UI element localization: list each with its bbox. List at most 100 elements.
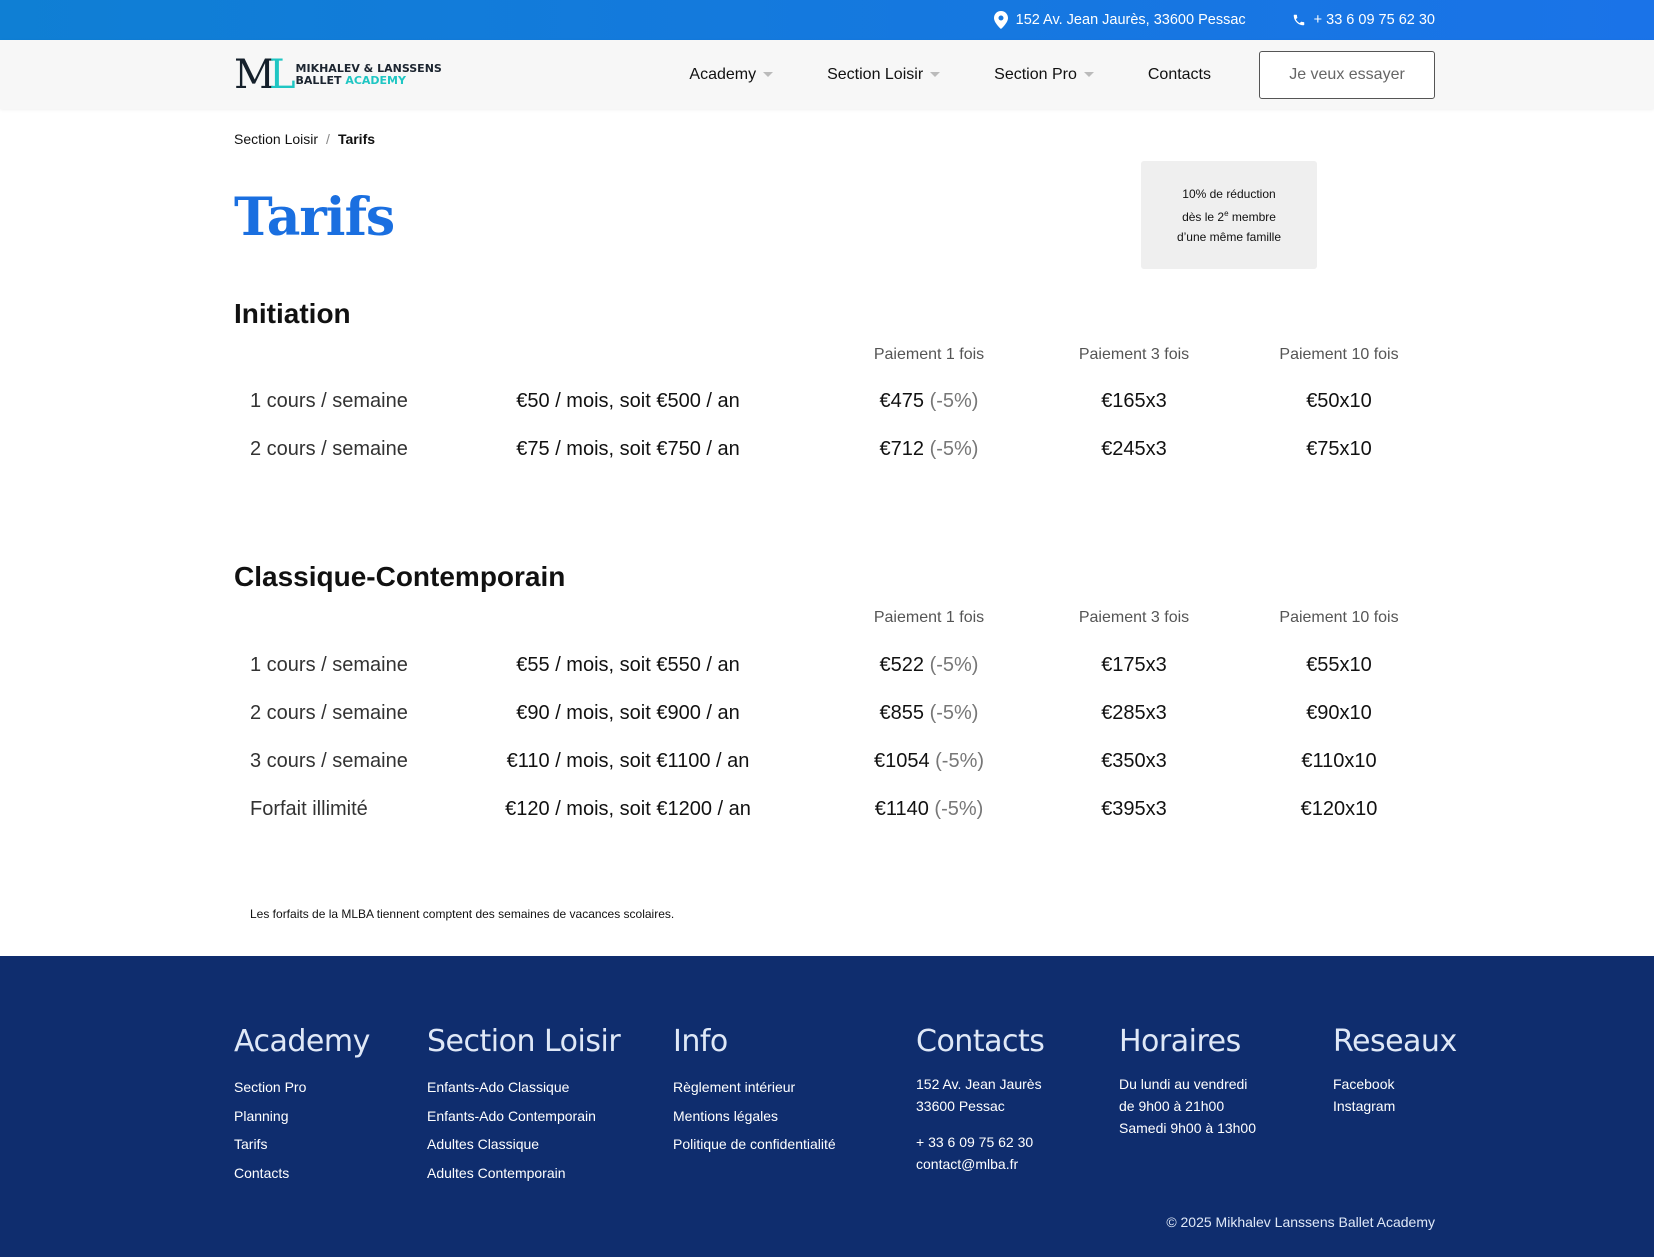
row-label: 2 cours / semaine <box>250 702 408 724</box>
topbar-address[interactable]: 152 Av. Jean Jaurès, 33600 Pessac <box>993 11 1246 29</box>
breadcrumb-separator: / <box>326 131 330 147</box>
col-head-1-fois: Paiement 1 fois <box>873 609 985 626</box>
copyright: © 2025 Mikhalev Lanssens Ballet Academy <box>1166 1214 1435 1230</box>
footer-heading: Info <box>673 1024 728 1059</box>
row-monthly-price: €75 / mois, soit €750 / an <box>516 438 740 460</box>
footer-link[interactable]: Section Pro <box>234 1073 370 1102</box>
vacation-footnote: Les forfaits de la MLBA tiennent compten… <box>250 907 675 921</box>
footer-col-info: Info Règlement intérieur Mentions légale… <box>673 1024 836 1159</box>
try-button[interactable]: Je veux essayer <box>1259 50 1435 99</box>
site-header: ML MIKHALEV & LANSSENS BALLET ACADEMY Ac… <box>0 40 1654 109</box>
breadcrumb: Section Loisir / Tarifs <box>234 131 375 147</box>
footer-address-line2: 33600 Pessac <box>916 1098 1005 1114</box>
footer-heading: Section Loisir <box>427 1024 621 1059</box>
breadcrumb-parent[interactable]: Section Loisir <box>234 131 318 147</box>
row-label: 3 cours / semaine <box>250 750 408 772</box>
site-logo[interactable]: ML MIKHALEV & LANSSENS BALLET ACADEMY <box>234 55 442 95</box>
row-pay-3: €395x3 <box>1101 798 1167 820</box>
section-title-classique-contemporain: Classique-Contemporain <box>234 561 566 592</box>
footer-phone[interactable]: + 33 6 09 75 62 30 <box>916 1131 1044 1153</box>
row-label: 1 cours / semaine <box>250 390 408 412</box>
row-pay-10: €55x10 <box>1306 654 1372 676</box>
col-head-10-fois: Paiement 10 fois <box>1279 609 1399 626</box>
footer-col-loisir: Section Loisir Enfants-Ado Classique Enf… <box>427 1024 621 1188</box>
site-footer: Academy Section Pro Planning Tarifs Cont… <box>0 956 1654 1257</box>
footer-link[interactable]: Planning <box>234 1102 370 1131</box>
row-monthly-price: €50 / mois, soit €500 / an <box>516 390 740 412</box>
row-label: 2 cours / semaine <box>250 438 408 460</box>
location-pin-icon <box>993 11 1008 29</box>
price-row: 2 cours / semaine €90 / mois, soit €900 … <box>0 693 1654 733</box>
row-pay-10: €90x10 <box>1306 702 1372 724</box>
topbar-phone[interactable]: + 33 6 09 75 62 30 <box>1292 12 1435 28</box>
chevron-down-icon <box>1083 72 1094 77</box>
footer-link[interactable]: Tarifs <box>234 1130 370 1159</box>
row-monthly-price: €120 / mois, soit €1200 / an <box>505 798 751 820</box>
row-monthly-price: €90 / mois, soit €900 / an <box>516 702 740 724</box>
row-pay-3: €165x3 <box>1101 390 1167 412</box>
col-head-3-fois: Paiement 3 fois <box>1078 346 1190 363</box>
footer-link[interactable]: Adultes Contemporain <box>427 1159 620 1188</box>
footer-link[interactable]: Enfants-Ado Classique <box>427 1073 620 1102</box>
price-row: 1 cours / semaine €55 / mois, soit €550 … <box>0 645 1654 685</box>
phone-icon <box>1292 13 1306 27</box>
instagram-link[interactable]: Instagram <box>1333 1095 1457 1117</box>
footer-link[interactable]: Politique de confidentialité <box>673 1130 836 1159</box>
main-nav: Academy Section Loisir Section Pro Conta… <box>689 50 1435 99</box>
footer-col-reseaux: Reseaux Facebook Instagram <box>1333 1024 1457 1117</box>
chevron-down-icon <box>763 72 774 77</box>
row-pay-3: €245x3 <box>1101 438 1167 460</box>
breadcrumb-current: Tarifs <box>337 131 376 147</box>
row-monthly-price: €55 / mois, soit €550 / an <box>516 654 740 676</box>
footer-link[interactable]: Mentions légales <box>673 1102 836 1131</box>
row-pay-10: €75x10 <box>1306 438 1372 460</box>
col-head-3-fois: Paiement 3 fois <box>1078 609 1190 626</box>
row-pay-3: €175x3 <box>1101 654 1167 676</box>
row-pay-1: €522 (-5%) <box>879 654 979 676</box>
row-pay-1: €1140 (-5%) <box>874 798 984 820</box>
logo-monogram: ML <box>234 51 295 98</box>
nav-section-loisir[interactable]: Section Loisir <box>827 66 941 84</box>
topbar-address-text: 152 Av. Jean Jaurès, 33600 Pessac <box>1015 12 1246 28</box>
row-pay-10: €120x10 <box>1300 798 1378 820</box>
logo-wordmark: MIKHALEV & LANSSENS BALLET ACADEMY <box>295 61 442 87</box>
row-label: 1 cours / semaine <box>250 654 408 676</box>
row-pay-1: €1054 (-5%) <box>873 750 985 772</box>
row-pay-1: €712 (-5%) <box>879 438 979 460</box>
top-contact-bar: 152 Av. Jean Jaurès, 33600 Pessac + 33 6… <box>0 0 1654 40</box>
col-head-1-fois: Paiement 1 fois <box>873 346 985 363</box>
footer-link[interactable]: Enfants-Ado Contemporain <box>427 1102 620 1131</box>
footer-link[interactable]: Adultes Classique <box>427 1130 620 1159</box>
price-row: 3 cours / semaine €110 / mois, soit €110… <box>0 741 1654 781</box>
chevron-down-icon <box>930 72 941 77</box>
row-pay-3: €350x3 <box>1101 750 1167 772</box>
section-title-initiation: Initiation <box>234 298 351 329</box>
footer-heading: Academy <box>234 1024 370 1059</box>
row-pay-10: €50x10 <box>1306 390 1372 412</box>
row-label: Forfait illimité <box>250 798 368 820</box>
footer-link[interactable]: Contacts <box>234 1159 370 1188</box>
row-pay-3: €285x3 <box>1101 702 1167 724</box>
facebook-link[interactable]: Facebook <box>1333 1073 1457 1095</box>
footer-email[interactable]: contact@mlba.fr <box>916 1153 1044 1175</box>
page-title: Tarifs <box>234 187 395 248</box>
footer-address-line1: 152 Av. Jean Jaurès <box>916 1076 1042 1092</box>
nav-academy[interactable]: Academy <box>689 66 774 84</box>
footer-link[interactable]: Règlement intérieur <box>673 1073 836 1102</box>
row-monthly-price: €110 / mois, soit €1100 / an <box>506 750 750 772</box>
family-discount-box: 10% de réduction dès le 2e membre d’une … <box>1141 161 1317 269</box>
row-pay-1: €475 (-5%) <box>879 390 979 412</box>
price-row: 1 cours / semaine €50 / mois, soit €500 … <box>0 381 1654 421</box>
row-pay-1: €855 (-5%) <box>879 702 979 724</box>
footer-heading: Reseaux <box>1333 1024 1457 1059</box>
topbar-phone-text: + 33 6 09 75 62 30 <box>1313 12 1435 28</box>
footer-heading: Contacts <box>916 1024 1045 1059</box>
nav-contacts[interactable]: Contacts <box>1148 66 1211 84</box>
footer-heading: Horaires <box>1119 1024 1241 1059</box>
row-pay-10: €110x10 <box>1301 750 1377 772</box>
footer-col-horaires: Horaires Du lundi au vendredi de 9h00 à … <box>1119 1024 1256 1136</box>
footer-col-academy: Academy Section Pro Planning Tarifs Cont… <box>234 1024 370 1187</box>
nav-section-pro[interactable]: Section Pro <box>994 66 1094 84</box>
price-row: 2 cours / semaine €75 / mois, soit €750 … <box>0 429 1654 469</box>
footer-col-contacts: Contacts 152 Av. Jean Jaurès 33600 Pessa… <box>916 1024 1045 1175</box>
